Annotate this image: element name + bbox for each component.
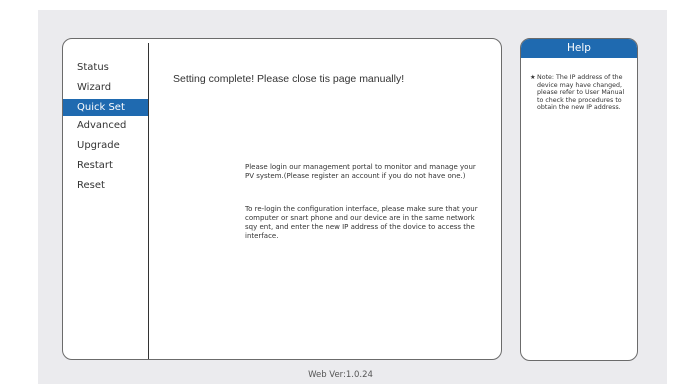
sidebar-nav: Status Wizard Quick Set Advanced Upgrade…: [63, 58, 148, 196]
sidebar-item-upgrade[interactable]: Upgrade: [63, 136, 148, 156]
sidebar-item-quick-set[interactable]: Quick Set: [63, 99, 148, 116]
setting-complete-message: Setting complete! Please close tis page …: [173, 73, 405, 85]
help-note: ★ Note: The IP address of the device may…: [530, 74, 630, 112]
sidebar-item-restart[interactable]: Restart: [63, 156, 148, 176]
sidebar-item-status[interactable]: Status: [63, 58, 148, 78]
sidebar-item-wizard[interactable]: Wizard: [63, 78, 148, 98]
sidebar-item-reset[interactable]: Reset: [63, 176, 148, 196]
relogin-info: To re-login the configuration interface,…: [245, 205, 478, 240]
nav-divider: [148, 43, 149, 359]
web-version: Web Ver:1.0.24: [308, 370, 373, 380]
help-note-text: Note: The IP address of the device may h…: [537, 74, 625, 111]
help-title: Help: [521, 39, 637, 58]
sidebar-item-advanced[interactable]: Advanced: [63, 116, 148, 136]
help-panel: Help ★ Note: The IP address of the devic…: [520, 38, 638, 361]
star-icon: ★: [530, 74, 536, 81]
portal-login-info: Please login our management portal to mo…: [245, 163, 476, 180]
main-panel: Status Wizard Quick Set Advanced Upgrade…: [62, 38, 502, 360]
